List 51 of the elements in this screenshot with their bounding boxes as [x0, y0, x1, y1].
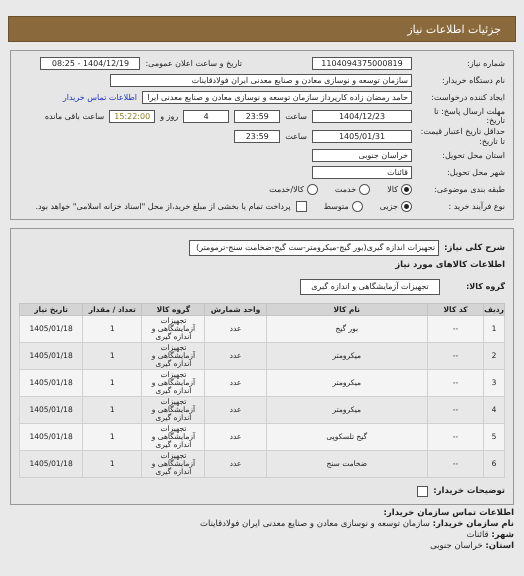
field-label: روز و — [160, 112, 178, 121]
radio-button[interactable] — [359, 184, 370, 195]
province-field: خراسان جنوبی — [312, 148, 412, 162]
checkbox[interactable] — [417, 486, 428, 497]
option-label: جزیی — [380, 202, 398, 211]
option-label: کالا/خدمت — [269, 184, 304, 194]
field-label: تاریخ و ساعت اعلان عمومی: — [145, 59, 242, 68]
field-label: طبقه بندی موضوعی: — [433, 184, 505, 194]
description-field: تجهیزات اندازه گیری(بور گیج-میکرومتر-ست گیج-ضخامت سنج-ترمومتر) — [189, 240, 440, 256]
section-heading: اطلاعات کالاهای مورد نیاز — [395, 260, 505, 270]
field-label: توضیحات خریدار: — [433, 486, 505, 496]
radio-button[interactable] — [401, 200, 412, 212]
radio-button[interactable] — [306, 184, 318, 195]
field-label: ساعت — [285, 132, 307, 142]
option-label: متوسط — [324, 202, 349, 211]
creator-field: حامد رمضان زاده کارپرداز سازمان توسعه و نوسازی معادن و صنایع معدنی ایرا — [142, 91, 412, 104]
field-label: ساعت باقی مانده — [44, 112, 104, 121]
field-label: نام دستگاه خریدار: — [441, 76, 505, 86]
buyer-field: سازمان توسعه و نوسازی معادن و صنایع معدنی ایران فولادقاینات — [110, 74, 412, 87]
validity-date-field: 1405/01/31 — [312, 130, 412, 144]
deadline-date-field: 1404/12/23 — [312, 110, 412, 123]
days-field: 4 — [183, 110, 230, 123]
option-label: کالا — [387, 184, 398, 194]
city-field: قائنات — [312, 166, 412, 179]
validity-time-field: 23:59 — [234, 130, 280, 144]
field-label: شرح کلی نیاز: — [444, 242, 505, 253]
need-number-field: 1104094375000819 — [312, 57, 412, 70]
field-label: ساعت — [285, 112, 307, 121]
remaining-time-field: 15:22:00 — [109, 110, 156, 123]
option-label: خدمت — [334, 184, 356, 194]
buyer-contact-link[interactable]: اطلاعات تماس خریدار — [62, 93, 137, 102]
contact-title: اطلاعات تماس سازمان خریدار: — [382, 508, 514, 518]
field-label: نوع فرآیند خرید : — [447, 202, 505, 211]
page-header: جزئیات اطلاعات نیاز — [8, 16, 516, 42]
contact-line: استان: خراسان جنوبی — [429, 540, 514, 551]
field-label: مهلت ارسال پاسخ: تا تاریخ: — [432, 107, 505, 126]
announce-date-field: 1404/12/19 - 08:25 — [40, 57, 140, 70]
checkbox[interactable] — [296, 200, 307, 212]
field-label: استان محل تحویل: — [441, 150, 505, 160]
radio-button[interactable] — [401, 184, 412, 195]
radio-button[interactable] — [352, 200, 363, 212]
field-label: شماره نیاز: — [466, 58, 505, 68]
field-label: گروه کالا: — [465, 282, 505, 292]
goods-group-field: تجهیزات آزمایشگاهی و اندازه گیری — [300, 278, 440, 295]
field-label: شهر محل تحویل: — [446, 168, 505, 177]
field-label: حداقل تاریخ اعتبار قیمت: تا تاریخ: — [420, 127, 505, 146]
field-label: ایجاد کننده درخواست: — [430, 92, 505, 102]
contact-line: شهر: قائنات — [465, 530, 514, 540]
contact-line: نام سازمان خریدار: سازمان توسعه و نوسازی معادن و صنایع معدنی ایران فولادقاینات — [199, 518, 514, 529]
option-label: پرداخت تمام یا بخشی از مبلغ خرید،از محل "اسناد خزانه اسلامی" خواهد بود. — [35, 202, 291, 211]
deadline-time-field: 23:59 — [234, 110, 280, 123]
